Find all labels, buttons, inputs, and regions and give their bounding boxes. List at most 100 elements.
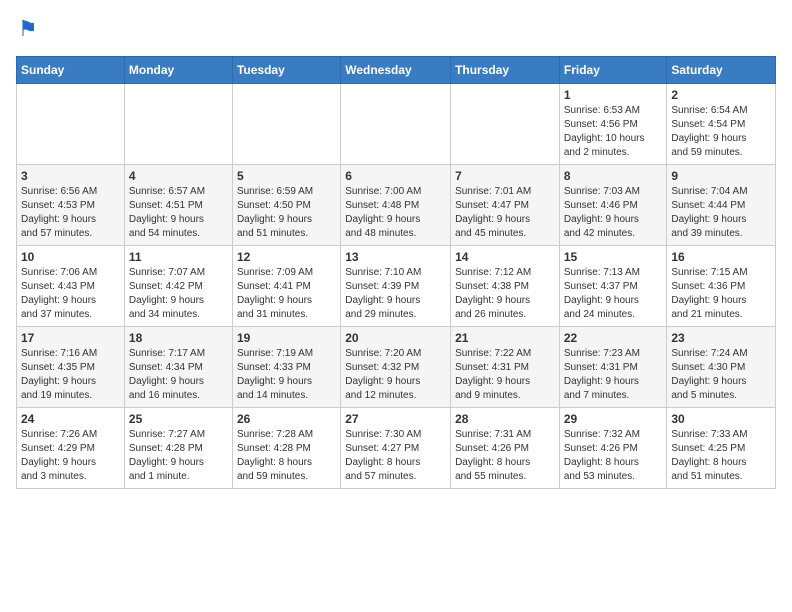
day-info: Sunrise: 7:26 AM Sunset: 4:29 PM Dayligh… bbox=[21, 428, 120, 484]
day-number: 14 bbox=[455, 250, 555, 264]
calendar-cell: 16 Sunrise: 7:15 AM Sunset: 4:36 PM Dayli… bbox=[667, 246, 776, 327]
day-info: Sunrise: 7:07 AM Sunset: 4:42 PM Dayligh… bbox=[129, 266, 228, 322]
day-info: Sunrise: 6:53 AM Sunset: 4:56 PM Dayligh… bbox=[564, 104, 663, 160]
day-number: 21 bbox=[455, 331, 555, 345]
day-info: Sunrise: 7:00 AM Sunset: 4:48 PM Dayligh… bbox=[345, 185, 446, 241]
day-info: Sunrise: 7:20 AM Sunset: 4:32 PM Dayligh… bbox=[345, 347, 446, 403]
day-info: Sunrise: 7:33 AM Sunset: 4:25 PM Dayligh… bbox=[671, 428, 771, 484]
day-number: 27 bbox=[345, 412, 446, 426]
day-info: Sunrise: 7:16 AM Sunset: 4:35 PM Dayligh… bbox=[21, 347, 120, 403]
calendar-week-row: 3 Sunrise: 6:56 AM Sunset: 4:53 PM Daylig… bbox=[17, 165, 776, 246]
svg-text:⚑: ⚑ bbox=[18, 16, 38, 41]
column-header-saturday: Saturday bbox=[667, 57, 776, 84]
calendar-cell: 15Sunrise: 7:13 AM Sunset: 4:37 PM Dayli… bbox=[559, 246, 667, 327]
calendar-cell: 2 Sunrise: 6:54 AM Sunset: 4:54 PM Daylig… bbox=[667, 84, 776, 165]
day-info: Sunrise: 7:28 AM Sunset: 4:28 PM Dayligh… bbox=[237, 428, 336, 484]
calendar-cell: 4 Sunrise: 6:57 AM Sunset: 4:51 PM Daylig… bbox=[124, 165, 232, 246]
logo-icon: ⚑ bbox=[16, 16, 44, 44]
column-header-monday: Monday bbox=[124, 57, 232, 84]
calendar-cell: 29Sunrise: 7:32 AM Sunset: 4:26 PM Dayli… bbox=[559, 408, 667, 489]
calendar-cell bbox=[232, 84, 340, 165]
calendar-cell: 14Sunrise: 7:12 AM Sunset: 4:38 PM Dayli… bbox=[451, 246, 560, 327]
calendar-week-row: 24 Sunrise: 7:26 AM Sunset: 4:29 PM Dayli… bbox=[17, 408, 776, 489]
day-info: Sunrise: 7:32 AM Sunset: 4:26 PM Dayligh… bbox=[564, 428, 663, 484]
day-number: 4 bbox=[129, 169, 228, 183]
day-number: 28 bbox=[455, 412, 555, 426]
calendar-cell: 30 Sunrise: 7:33 AM Sunset: 4:25 PM Dayli… bbox=[667, 408, 776, 489]
calendar-cell: 18 Sunrise: 7:17 AM Sunset: 4:34 PM Dayli… bbox=[124, 327, 232, 408]
day-number: 3 bbox=[21, 169, 120, 183]
column-header-wednesday: Wednesday bbox=[341, 57, 451, 84]
day-number: 11 bbox=[129, 250, 228, 264]
calendar-table: SundayMondayTuesdayWednesdayThursdayFrid… bbox=[16, 56, 776, 489]
day-number: 9 bbox=[671, 169, 771, 183]
day-number: 26 bbox=[237, 412, 336, 426]
day-info: Sunrise: 7:24 AM Sunset: 4:30 PM Dayligh… bbox=[671, 347, 771, 403]
calendar-cell: 27 Sunrise: 7:30 AM Sunset: 4:27 PM Dayli… bbox=[341, 408, 451, 489]
day-info: Sunrise: 6:56 AM Sunset: 4:53 PM Dayligh… bbox=[21, 185, 120, 241]
day-number: 1 bbox=[564, 88, 663, 102]
column-header-thursday: Thursday bbox=[451, 57, 560, 84]
calendar-cell bbox=[341, 84, 451, 165]
calendar-cell: 1 Sunrise: 6:53 AM Sunset: 4:56 PM Daylig… bbox=[559, 84, 667, 165]
day-number: 16 bbox=[671, 250, 771, 264]
calendar-cell: 11 Sunrise: 7:07 AM Sunset: 4:42 PM Dayli… bbox=[124, 246, 232, 327]
day-number: 10 bbox=[21, 250, 120, 264]
day-number: 2 bbox=[671, 88, 771, 102]
calendar-cell: 26 Sunrise: 7:28 AM Sunset: 4:28 PM Dayli… bbox=[232, 408, 340, 489]
day-number: 7 bbox=[455, 169, 555, 183]
day-number: 6 bbox=[345, 169, 446, 183]
day-info: Sunrise: 7:15 AM Sunset: 4:36 PM Dayligh… bbox=[671, 266, 771, 322]
day-number: 24 bbox=[21, 412, 120, 426]
calendar-cell: 17 Sunrise: 7:16 AM Sunset: 4:35 PM Dayli… bbox=[17, 327, 125, 408]
day-info: Sunrise: 7:23 AM Sunset: 4:31 PM Dayligh… bbox=[564, 347, 663, 403]
calendar-cell: 12 Sunrise: 7:09 AM Sunset: 4:41 PM Dayli… bbox=[232, 246, 340, 327]
calendar-cell: 19 Sunrise: 7:19 AM Sunset: 4:33 PM Dayli… bbox=[232, 327, 340, 408]
calendar-week-row: 1 Sunrise: 6:53 AM Sunset: 4:56 PM Daylig… bbox=[17, 84, 776, 165]
day-number: 23 bbox=[671, 331, 771, 345]
calendar-cell: 9 Sunrise: 7:04 AM Sunset: 4:44 PM Daylig… bbox=[667, 165, 776, 246]
day-info: Sunrise: 6:54 AM Sunset: 4:54 PM Dayligh… bbox=[671, 104, 771, 160]
calendar-cell: 25 Sunrise: 7:27 AM Sunset: 4:28 PM Dayli… bbox=[124, 408, 232, 489]
calendar-cell: 23 Sunrise: 7:24 AM Sunset: 4:30 PM Dayli… bbox=[667, 327, 776, 408]
day-info: Sunrise: 7:09 AM Sunset: 4:41 PM Dayligh… bbox=[237, 266, 336, 322]
day-number: 30 bbox=[671, 412, 771, 426]
column-header-tuesday: Tuesday bbox=[232, 57, 340, 84]
day-info: Sunrise: 7:31 AM Sunset: 4:26 PM Dayligh… bbox=[455, 428, 555, 484]
day-number: 8 bbox=[564, 169, 663, 183]
calendar-cell: 6 Sunrise: 7:00 AM Sunset: 4:48 PM Daylig… bbox=[341, 165, 451, 246]
day-info: Sunrise: 7:06 AM Sunset: 4:43 PM Dayligh… bbox=[21, 266, 120, 322]
calendar-cell: 24 Sunrise: 7:26 AM Sunset: 4:29 PM Dayli… bbox=[17, 408, 125, 489]
calendar-cell: 21 Sunrise: 7:22 AM Sunset: 4:31 PM Dayli… bbox=[451, 327, 560, 408]
day-number: 12 bbox=[237, 250, 336, 264]
day-info: Sunrise: 7:03 AM Sunset: 4:46 PM Dayligh… bbox=[564, 185, 663, 241]
day-number: 17 bbox=[21, 331, 120, 345]
day-info: Sunrise: 6:57 AM Sunset: 4:51 PM Dayligh… bbox=[129, 185, 228, 241]
column-header-sunday: Sunday bbox=[17, 57, 125, 84]
day-number: 15 bbox=[564, 250, 663, 264]
logo: ⚑ bbox=[16, 16, 48, 44]
calendar-week-row: 10 Sunrise: 7:06 AM Sunset: 4:43 PM Dayli… bbox=[17, 246, 776, 327]
column-header-friday: Friday bbox=[559, 57, 667, 84]
day-number: 13 bbox=[345, 250, 446, 264]
day-info: Sunrise: 7:22 AM Sunset: 4:31 PM Dayligh… bbox=[455, 347, 555, 403]
day-number: 25 bbox=[129, 412, 228, 426]
calendar-cell: 10 Sunrise: 7:06 AM Sunset: 4:43 PM Dayli… bbox=[17, 246, 125, 327]
calendar-cell: 7Sunrise: 7:01 AM Sunset: 4:47 PM Daylig… bbox=[451, 165, 560, 246]
day-number: 18 bbox=[129, 331, 228, 345]
day-info: Sunrise: 7:27 AM Sunset: 4:28 PM Dayligh… bbox=[129, 428, 228, 484]
day-info: Sunrise: 7:04 AM Sunset: 4:44 PM Dayligh… bbox=[671, 185, 771, 241]
calendar-cell: 20 Sunrise: 7:20 AM Sunset: 4:32 PM Dayli… bbox=[341, 327, 451, 408]
calendar-cell: 5Sunrise: 6:59 AM Sunset: 4:50 PM Daylig… bbox=[232, 165, 340, 246]
day-number: 19 bbox=[237, 331, 336, 345]
calendar-cell: 8 Sunrise: 7:03 AM Sunset: 4:46 PM Daylig… bbox=[559, 165, 667, 246]
calendar-cell: 22 Sunrise: 7:23 AM Sunset: 4:31 PM Dayli… bbox=[559, 327, 667, 408]
day-number: 22 bbox=[564, 331, 663, 345]
day-info: Sunrise: 7:17 AM Sunset: 4:34 PM Dayligh… bbox=[129, 347, 228, 403]
day-info: Sunrise: 7:30 AM Sunset: 4:27 PM Dayligh… bbox=[345, 428, 446, 484]
day-number: 20 bbox=[345, 331, 446, 345]
calendar-cell: 3 Sunrise: 6:56 AM Sunset: 4:53 PM Daylig… bbox=[17, 165, 125, 246]
day-info: Sunrise: 7:19 AM Sunset: 4:33 PM Dayligh… bbox=[237, 347, 336, 403]
day-number: 5 bbox=[237, 169, 336, 183]
day-info: Sunrise: 7:10 AM Sunset: 4:39 PM Dayligh… bbox=[345, 266, 446, 322]
